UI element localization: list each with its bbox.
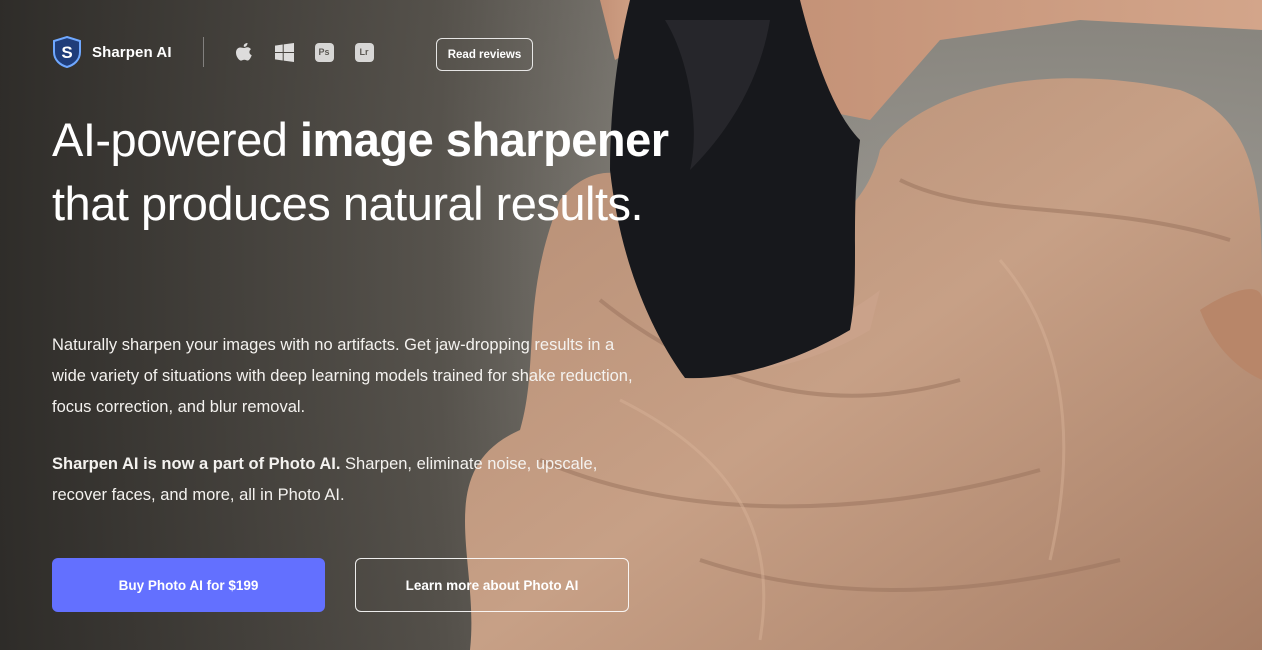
buy-photo-ai-button[interactable]: Buy Photo AI for $199 [52,558,325,612]
learn-more-button[interactable]: Learn more about Photo AI [355,558,629,612]
dancer-photo [465,0,1262,650]
header-divider [203,37,204,67]
photoshop-icon: Ps [314,42,334,62]
platform-list: Ps Lr [234,42,374,62]
note-bold-text: Sharpen AI is now a part of Photo AI. [52,455,341,473]
headline-text: AI-powered [52,113,300,166]
photo-ai-note: Sharpen AI is now a part of Photo AI. Sh… [52,449,612,511]
brand-name: Sharpen AI [92,43,172,61]
apple-icon [234,42,254,62]
lightroom-icon: Lr [354,42,374,62]
headline-text-end: that produces natural results. [52,177,644,230]
read-reviews-button[interactable]: Read reviews [436,38,533,71]
hero-headline: AI-powered image sharpener that produces… [52,108,692,236]
shield-s-logo-icon: S [53,36,81,68]
headline-bold-text: image sharpener [299,113,669,166]
hero-section [0,0,1262,650]
hero-description: Naturally sharpen your images with no ar… [52,336,633,416]
windows-icon [274,42,294,62]
svg-text:S: S [61,43,72,62]
brand[interactable]: S Sharpen AI [52,36,172,68]
